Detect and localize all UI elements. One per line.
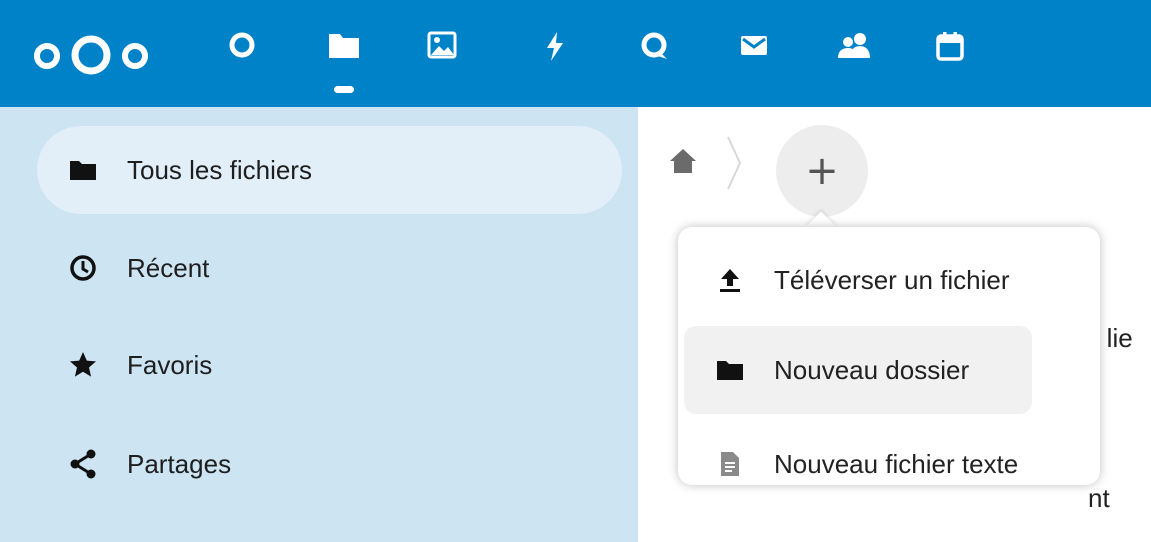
nav-app-files[interactable] xyxy=(316,30,372,90)
circle-icon xyxy=(227,30,257,60)
folder-icon xyxy=(327,30,361,60)
text-file-icon xyxy=(714,448,746,480)
share-icon xyxy=(67,448,99,480)
add-icon: + xyxy=(805,148,839,194)
star-icon xyxy=(67,349,99,381)
home-icon[interactable] xyxy=(668,147,698,180)
sidebar-item-label: Partages xyxy=(127,448,232,479)
contacts-icon xyxy=(836,30,872,62)
sidebar-item-shares[interactable]: Partages xyxy=(37,420,622,508)
upload-icon xyxy=(714,264,746,296)
nav-app-dashboard[interactable] xyxy=(214,30,270,90)
clock-icon xyxy=(67,252,99,284)
menu-item-new-text-file[interactable]: Nouveau fichier texte xyxy=(684,420,1032,508)
nav-app-calendar[interactable] xyxy=(922,30,978,90)
background-text: nt xyxy=(1088,483,1110,513)
nav-app-mail[interactable] xyxy=(726,30,782,90)
image-icon xyxy=(426,30,458,60)
menu-item-label: Téléverser un fichier xyxy=(774,264,1010,295)
menu-item-label: Nouveau fichier texte xyxy=(774,448,1019,479)
nav-app-talk[interactable] xyxy=(626,30,682,90)
mail-icon xyxy=(737,30,771,60)
menu-item-label: Nouveau dossier xyxy=(774,354,970,385)
nav-app-activity[interactable] xyxy=(526,30,582,90)
app-navigation-sidebar: Tous les fichiers Récent Favoris Partage… xyxy=(0,107,638,542)
chat-icon xyxy=(638,30,670,62)
calendar-icon xyxy=(934,30,966,62)
sidebar-item-recent[interactable]: Récent xyxy=(37,224,622,312)
sidebar-item-label: Récent xyxy=(127,252,210,283)
menu-item-new-folder[interactable]: Nouveau dossier xyxy=(684,326,1032,414)
sidebar-item-label: Tous les fichiers xyxy=(127,154,312,185)
active-app-indicator xyxy=(334,86,354,93)
breadcrumb-separator xyxy=(724,133,746,198)
folder-icon xyxy=(714,354,746,386)
folder-icon xyxy=(67,154,99,186)
nav-app-photos[interactable] xyxy=(414,30,470,90)
app-header xyxy=(0,0,1151,107)
sidebar-item-favorites[interactable]: Favoris xyxy=(37,321,622,409)
nav-app-contacts[interactable] xyxy=(826,30,882,90)
lightning-icon xyxy=(539,30,569,62)
menu-item-upload-file[interactable]: Téléverser un fichier xyxy=(684,236,1032,324)
new-button[interactable]: + xyxy=(776,125,868,217)
nextcloud-logo[interactable] xyxy=(30,33,152,82)
sidebar-item-label: Favoris xyxy=(127,349,213,380)
sidebar-item-all-files[interactable]: Tous les fichiers xyxy=(37,126,622,214)
